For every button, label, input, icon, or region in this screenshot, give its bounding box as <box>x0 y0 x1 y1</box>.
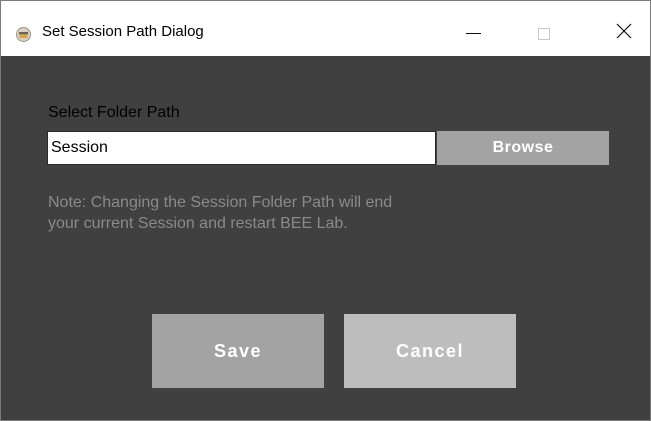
close-icon <box>616 23 632 44</box>
title-bar[interactable]: Set Session Path Dialog <box>1 1 650 56</box>
browse-button[interactable]: Browse <box>437 131 609 165</box>
note-line: Note: Changing the Session Folder Path w… <box>48 194 393 211</box>
note-text: Note: Changing the Session Folder Path w… <box>48 192 518 234</box>
minimize-button[interactable] <box>450 11 496 56</box>
minimize-icon <box>465 33 481 34</box>
maximize-icon <box>538 27 550 40</box>
folder-path-label: Select Folder Path <box>48 104 180 121</box>
close-button[interactable] <box>601 11 647 56</box>
window-title: Set Session Path Dialog <box>42 23 204 40</box>
dialog-window: Set Session Path Dialog Select Folder Pa… <box>0 0 651 421</box>
cancel-button[interactable]: Cancel <box>344 314 516 388</box>
note-line: your current Session and restart BEE Lab… <box>48 215 348 232</box>
dialog-body: Select Folder Path Browse Note: Changing… <box>1 56 650 420</box>
save-button[interactable]: Save <box>152 314 324 388</box>
folder-path-input[interactable] <box>47 131 436 165</box>
app-icon <box>16 27 31 42</box>
maximize-button[interactable] <box>521 11 567 56</box>
